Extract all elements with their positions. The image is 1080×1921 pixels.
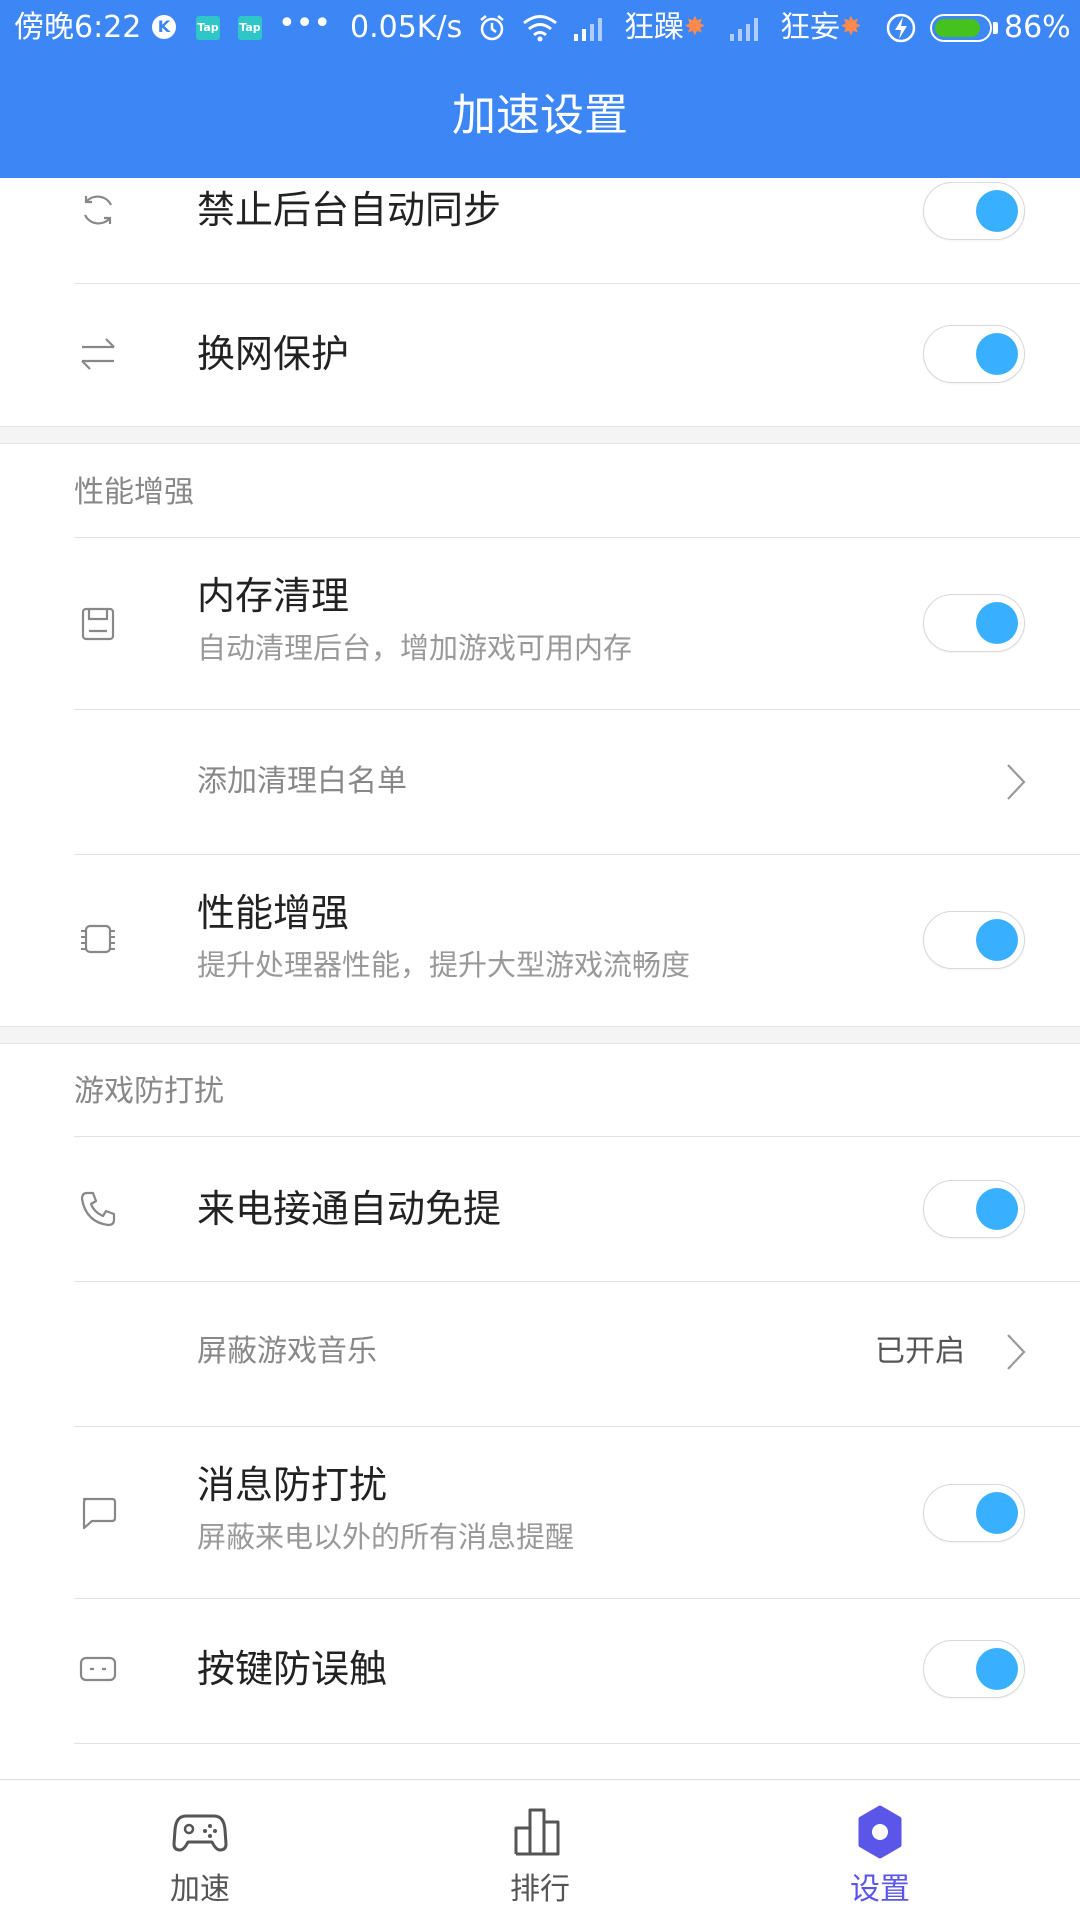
page-title: 加速设置: [452, 90, 628, 141]
battery-icon: [930, 14, 992, 42]
row-network-switch-protection[interactable]: 换网保护: [0, 284, 1080, 426]
toggle-key-anti-mistouch[interactable]: [923, 1640, 1025, 1698]
spark-icon: ✸: [684, 12, 706, 42]
nav-tab-settings[interactable]: 设置: [700, 1780, 1060, 1921]
gamepad-icon: [172, 1814, 228, 1852]
bar-chart-icon: [514, 1808, 560, 1856]
chevron-right-icon: [1007, 1334, 1026, 1370]
section-gap: [0, 426, 1080, 444]
toggle-knob: [976, 1188, 1018, 1230]
row-label: 换网保护: [197, 332, 350, 376]
section-gap: [0, 1026, 1080, 1044]
row-cleanup-whitelist[interactable]: 添加清理白名单: [0, 710, 1080, 854]
alarm-icon: [480, 15, 504, 41]
toggle-memory-cleanup[interactable]: [923, 594, 1025, 652]
toggle-knob: [976, 1492, 1018, 1534]
row-label: 添加清理白名单: [197, 764, 407, 799]
row-label: 性能增强: [197, 891, 350, 935]
nav-tab-accelerate[interactable]: 加速: [20, 1780, 380, 1921]
tap-app-icon: Tap: [196, 16, 220, 40]
row-key-anti-mistouch[interactable]: 按键防误触: [0, 1599, 1080, 1743]
carrier-2: 狂妄: [780, 10, 840, 45]
toggle-knob: [976, 190, 1018, 232]
nav-label: 排行: [510, 1872, 570, 1907]
row-disable-background-sync[interactable]: 禁止后台自动同步: [0, 178, 1080, 283]
app-bar: 傍晚6:22 K Tap Tap ••• 0.05K/s 狂躁 ✸ 狂妄 ✸ 8…: [0, 0, 1080, 178]
row-message-dnd[interactable]: 消息防打扰 屏蔽来电以外的所有消息提醒: [0, 1427, 1080, 1598]
battery-tip: [993, 22, 998, 34]
toggle-knob: [976, 333, 1018, 375]
spark-icon-2: ✸: [840, 12, 862, 42]
chevron-right-icon: [1007, 764, 1026, 800]
status-time: 傍晚6:22: [14, 10, 142, 45]
phone-icon: [80, 1191, 116, 1227]
charging-icon: [886, 13, 916, 43]
carrier-1: 狂躁: [624, 10, 684, 45]
network-speed: 0.05K/s: [350, 10, 463, 45]
toggle-performance-boost[interactable]: [923, 911, 1025, 969]
toggle-knob: [976, 1648, 1018, 1690]
row-label: 禁止后台自动同步: [197, 188, 502, 232]
signal-icon-2: [730, 18, 758, 41]
toggle-message-dnd[interactable]: [923, 1484, 1025, 1542]
battery-percent: 86%: [1004, 10, 1071, 45]
tap-app-icon-2: Tap: [238, 16, 262, 40]
row-value: 已开启: [875, 1334, 965, 1369]
row-mute-game-music[interactable]: 屏蔽游戏音乐 已开启: [0, 1282, 1080, 1426]
row-description: 自动清理后台，增加游戏可用内存: [197, 631, 633, 665]
row-description: 提升处理器性能，提升大型游戏流畅度: [197, 948, 691, 982]
nav-tab-ranking[interactable]: 排行: [360, 1780, 720, 1921]
row-label: 来电接通自动免提: [197, 1187, 502, 1231]
toggle-knob: [976, 602, 1018, 644]
row-memory-cleanup[interactable]: 内存清理 自动清理后台，增加游戏可用内存: [0, 538, 1080, 709]
nav-label: 加速: [170, 1872, 230, 1907]
toggle-disable-background-sync[interactable]: [923, 182, 1025, 240]
row-label: 按键防误触: [197, 1647, 388, 1691]
toggle-auto-speakerphone[interactable]: [923, 1180, 1025, 1238]
row-performance-boost[interactable]: 性能增强 提升处理器性能，提升大型游戏流畅度: [0, 855, 1080, 1026]
section-header-game-dnd: 游戏防打扰: [74, 1074, 224, 1109]
toggle-network-switch-protection[interactable]: [923, 325, 1025, 383]
signal-icon: [574, 18, 602, 41]
chip-icon: [81, 924, 115, 954]
section-header-performance: 性能增强: [74, 475, 194, 510]
bottom-nav: 加速 排行 设置: [0, 1779, 1080, 1921]
gear-icon: [858, 1805, 902, 1859]
swap-arrows-icon: [81, 338, 115, 370]
more-notifications-icon: •••: [278, 6, 332, 41]
row-auto-speakerphone[interactable]: 来电接通自动免提: [0, 1137, 1080, 1281]
sync-icon: [84, 195, 112, 225]
memory-card-icon: [81, 607, 115, 641]
row-label: 内存清理: [197, 574, 350, 618]
row-label: 消息防打扰: [197, 1463, 388, 1507]
chat-bubble-icon: [82, 1497, 117, 1530]
row-description: 屏蔽来电以外的所有消息提醒: [197, 1520, 575, 1554]
divider: [74, 1743, 1080, 1744]
k-app-icon: K: [152, 15, 176, 39]
status-bar: 傍晚6:22 K Tap Tap ••• 0.05K/s 狂躁 ✸ 狂妄 ✸ 8…: [0, 0, 1080, 58]
toggle-knob: [976, 919, 1018, 961]
keypad-icon: [79, 1656, 117, 1682]
row-label: 屏蔽游戏音乐: [197, 1334, 377, 1369]
nav-label: 设置: [850, 1872, 910, 1907]
wifi-icon: [523, 15, 557, 42]
